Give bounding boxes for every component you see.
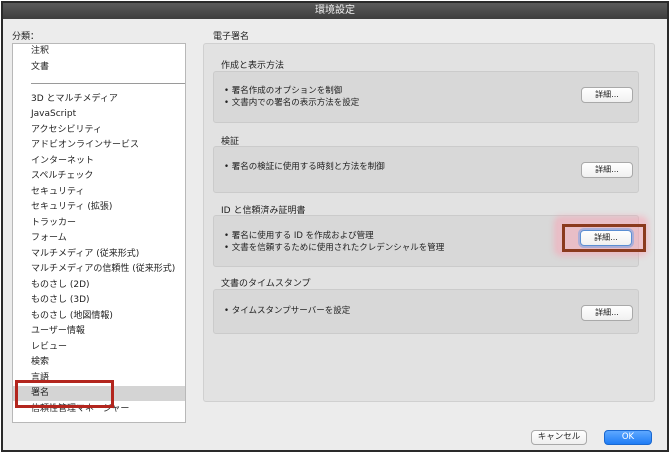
category-list[interactable]: 注釈 文書 3D とマルチメディア JavaScript アクセシビリティ アド…	[12, 43, 186, 423]
category-item[interactable]: ものさし (地図情報)	[13, 309, 185, 324]
bullet-text: 文書内での署名の表示方法を設定	[224, 97, 360, 109]
category-item[interactable]: マルチメディア (従来形式)	[13, 247, 185, 262]
section-group-creation: 署名作成のオプションを制御 文書内での署名の表示方法を設定 詳細...	[213, 71, 639, 123]
bullet-text: 文書を信頼するために使用されたクレデンシャルを管理	[224, 242, 445, 254]
category-item[interactable]: レビュー	[13, 340, 185, 355]
window-title: 環境設定	[3, 3, 667, 19]
category-item[interactable]: ものさし (2D)	[13, 278, 185, 293]
section-group-verification: 署名の検証に使用する時刻と方法を制御 詳細...	[213, 146, 639, 193]
section-bullets: 署名の検証に使用する時刻と方法を制御	[224, 161, 385, 173]
details-button-verification[interactable]: 詳細...	[581, 162, 633, 178]
cancel-button[interactable]: キャンセル	[531, 430, 587, 445]
category-item[interactable]: トラッカー	[13, 216, 185, 231]
category-item-signatures-selected[interactable]: 署名	[13, 386, 185, 401]
category-item[interactable]: JavaScript	[13, 107, 185, 122]
category-item[interactable]: マルチメディアの信頼性 (従来形式)	[13, 262, 185, 277]
category-item[interactable]: ものさし (3D)	[13, 293, 185, 308]
category-divider	[31, 83, 185, 84]
category-item[interactable]: セキュリティ (拡張)	[13, 200, 185, 215]
section-bullets: タイムスタンプサーバーを設定	[224, 305, 351, 317]
category-item[interactable]: 検索	[13, 355, 185, 370]
category-item[interactable]: 信頼性管理マネージャー	[13, 402, 185, 417]
section-title-timestamp: 文書のタイムスタンプ	[221, 279, 311, 289]
category-item[interactable]: スペルチェック	[13, 169, 185, 184]
section-bullets: 署名に使用する ID を作成および管理 文書を信頼するために使用されたクレデンシ…	[224, 230, 445, 254]
category-item[interactable]: セキュリティ	[13, 185, 185, 200]
main-title: 電子署名	[213, 32, 250, 42]
category-item[interactable]: アクセシビリティ	[13, 123, 185, 138]
section-bullets: 署名作成のオプションを制御 文書内での署名の表示方法を設定	[224, 85, 360, 109]
ok-button[interactable]: OK	[604, 430, 652, 445]
category-item-annotations[interactable]: 注釈	[13, 44, 185, 59]
details-button-identities[interactable]: 詳細...	[580, 230, 632, 246]
details-button-timestamp[interactable]: 詳細...	[581, 305, 633, 321]
category-item[interactable]: アドビオンラインサービス	[13, 138, 185, 153]
category-item[interactable]: 3D とマルチメディア	[13, 92, 185, 107]
bullet-text: 署名に使用する ID を作成および管理	[224, 230, 444, 242]
section-group-timestamp: タイムスタンプサーバーを設定 詳細...	[213, 289, 639, 334]
details-button-creation[interactable]: 詳細...	[581, 87, 633, 103]
bullet-text: 署名の検証に使用する時刻と方法を制御	[224, 161, 385, 173]
preferences-window: 環境設定 分類： 注釈 文書 3D とマルチメディア JavaScript アク…	[1, 1, 669, 452]
category-item[interactable]: ユーザー情報	[13, 324, 185, 339]
category-item[interactable]: インターネット	[13, 154, 185, 169]
section-title-creation: 作成と表示方法	[221, 61, 285, 71]
bullet-text: タイムスタンプサーバーを設定	[224, 305, 351, 317]
category-label: 分類：	[12, 32, 40, 42]
category-item[interactable]: フォーム	[13, 231, 185, 246]
category-item[interactable]: 言語	[13, 371, 185, 386]
category-item-documents[interactable]: 文書	[13, 60, 185, 75]
bullet-text: 署名作成のオプションを制御	[224, 85, 359, 97]
